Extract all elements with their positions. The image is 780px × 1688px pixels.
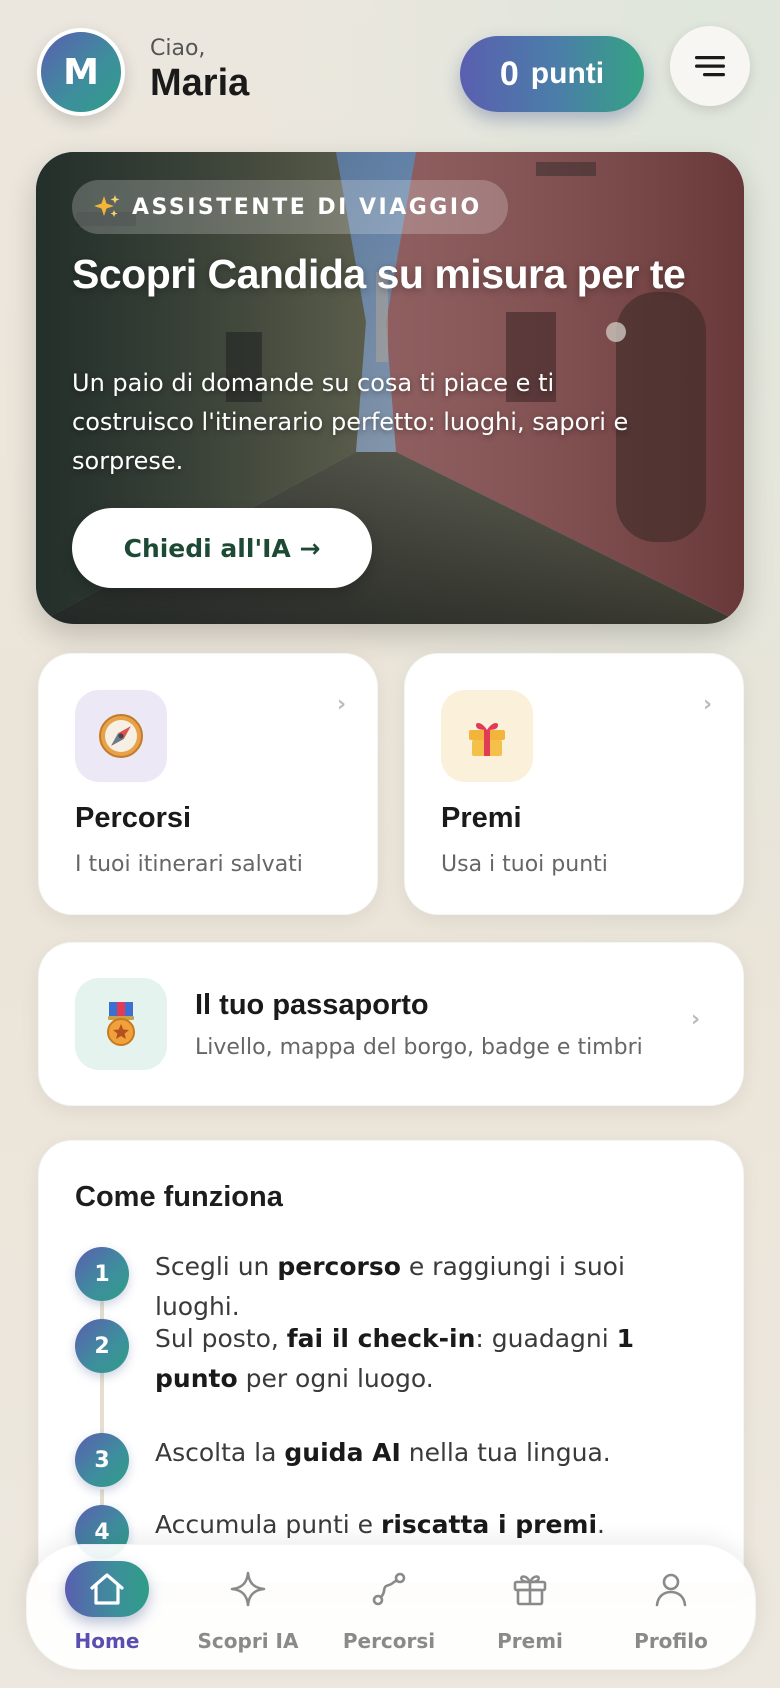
premi-card[interactable]: › Premi Usa i tuoi punti bbox=[404, 653, 744, 915]
step-text: Sul posto, fai il check-in: guadagni 1 p… bbox=[155, 1324, 635, 1393]
passaporto-title: Il tuo passaporto bbox=[195, 989, 429, 1021]
route-icon bbox=[372, 1572, 406, 1606]
step-number: 3 bbox=[75, 1433, 129, 1487]
percorsi-card[interactable]: › Percorsi I tuoi itinerari salvati bbox=[38, 653, 378, 915]
user-icon bbox=[655, 1573, 687, 1607]
nav-label: Premi bbox=[497, 1629, 563, 1653]
premi-subtitle: Usa i tuoi punti bbox=[441, 852, 608, 877]
menu-button[interactable] bbox=[670, 26, 750, 106]
nav-label: Scopri IA bbox=[197, 1629, 299, 1653]
points-label: punti bbox=[530, 57, 605, 90]
hamburger-icon bbox=[695, 56, 725, 77]
passaporto-card[interactable]: Il tuo passaporto Livello, mappa del bor… bbox=[38, 942, 744, 1106]
nav-icon-wrap bbox=[629, 1561, 713, 1617]
hero-badge-label: ASSISTENTE DI VIAGGIO bbox=[132, 194, 482, 220]
nav-icon-wrap bbox=[347, 1561, 431, 1617]
greeting-text: Ciao, bbox=[150, 36, 206, 61]
gift-icon bbox=[469, 723, 505, 756]
how-it-works-title: Come funziona bbox=[75, 1181, 283, 1213]
avatar[interactable]: M bbox=[37, 28, 125, 116]
sparkle-icon bbox=[230, 1571, 266, 1607]
compass-icon bbox=[99, 714, 143, 758]
hero-card: ASSISTENTE DI VIAGGIO Scopri Candida su … bbox=[36, 152, 744, 624]
step-text: Scegli un percorso e raggiungi i suoi lu… bbox=[155, 1252, 625, 1321]
nav-icon-wrap bbox=[206, 1561, 290, 1617]
nav-label: Home bbox=[74, 1629, 140, 1653]
medal-icon bbox=[107, 1002, 135, 1046]
step-number: 2 bbox=[75, 1319, 129, 1373]
points-badge[interactable]: 0 punti bbox=[460, 36, 644, 112]
premi-chevron-icon: › bbox=[703, 692, 713, 717]
bottom-nav: Home Scopri IA Percorsi Premi Profilo bbox=[26, 1544, 756, 1670]
nav-item-percorsi[interactable]: Percorsi bbox=[324, 1561, 454, 1657]
nav-icon-wrap bbox=[65, 1561, 149, 1617]
nav-icon-wrap bbox=[488, 1561, 572, 1617]
user-name: Maria bbox=[150, 62, 250, 104]
nav-item-premi[interactable]: Premi bbox=[465, 1561, 595, 1657]
percorsi-chevron-icon: › bbox=[337, 692, 347, 717]
passaporto-chevron-icon: › bbox=[691, 1007, 701, 1032]
step-text: Ascolta la guida AI nella tua lingua. bbox=[155, 1438, 611, 1467]
nav-item-home[interactable]: Home bbox=[42, 1561, 172, 1657]
points-value: 0 bbox=[499, 54, 519, 93]
hero-badge: ASSISTENTE DI VIAGGIO bbox=[72, 180, 508, 234]
step-number: 1 bbox=[75, 1247, 129, 1301]
nav-item-scopri-ia[interactable]: Scopri IA bbox=[183, 1561, 313, 1657]
hero-title: Scopri Candida su misura per te bbox=[72, 251, 686, 297]
ask-ai-button[interactable]: Chiedi all'IA → bbox=[72, 508, 372, 588]
percorsi-icon-box bbox=[75, 690, 167, 782]
home-icon bbox=[90, 1573, 124, 1605]
hero-description: Un paio di domande su cosa ti piace e ti… bbox=[72, 369, 629, 475]
how-it-works-card: Come funziona 1 Scegli un percorso e rag… bbox=[38, 1140, 744, 1582]
percorsi-subtitle: I tuoi itinerari salvati bbox=[75, 852, 303, 877]
percorsi-title: Percorsi bbox=[75, 802, 192, 834]
nav-label: Percorsi bbox=[342, 1629, 436, 1653]
gift-icon bbox=[513, 1575, 547, 1606]
sparkles-icon bbox=[94, 195, 120, 217]
step-text: Accumula punti e riscatta i premi. bbox=[155, 1510, 605, 1539]
passaporto-subtitle: Livello, mappa del borgo, badge e timbri bbox=[195, 1035, 643, 1060]
passaporto-icon-box bbox=[75, 978, 167, 1070]
nav-item-profilo[interactable]: Profilo bbox=[606, 1561, 736, 1657]
premi-title: Premi bbox=[441, 802, 522, 834]
premi-icon-box bbox=[441, 690, 533, 782]
nav-label: Profilo bbox=[634, 1629, 708, 1653]
